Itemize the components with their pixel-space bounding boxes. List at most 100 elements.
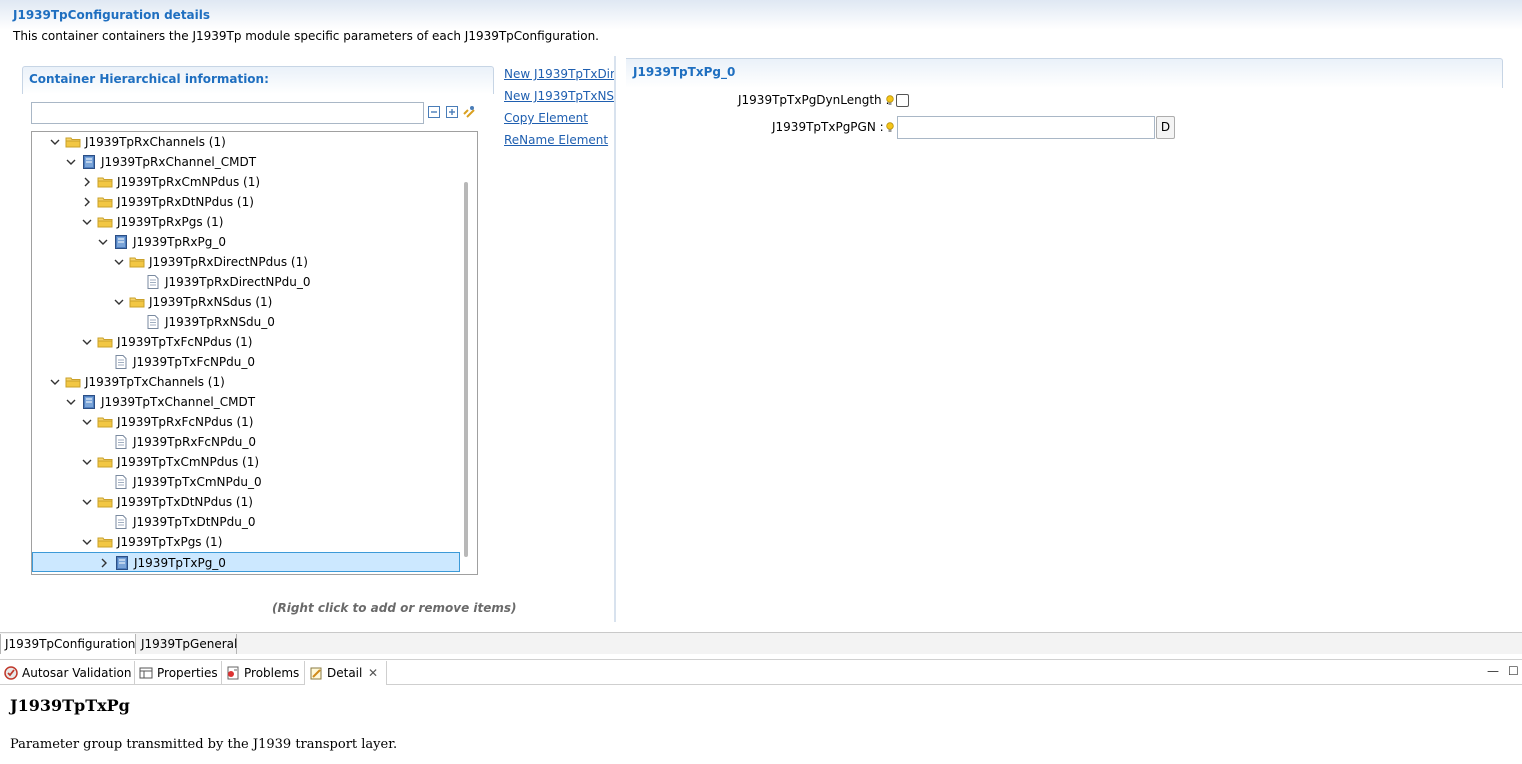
tab-label: Properties [157,666,218,680]
tree-filter-input[interactable] [31,102,424,124]
details-section-header [626,58,1503,88]
tree-row[interactable]: J1939TpRxDtNPdus (1) [32,192,460,212]
folder-icon [97,177,113,188]
tree-row[interactable]: J1939TpRxNSdus (1) [32,292,460,312]
tab-j1939tp-configuration[interactable]: J1939TpConfiguration [0,634,136,655]
chevron-down-icon[interactable] [65,156,77,168]
view-tab-bar: Autosar Validation Properties Problems D… [0,661,1522,685]
tab-label: Autosar Validation [22,666,132,680]
tree-row[interactable]: J1939TpRxFcNPdu_0 [32,432,460,452]
document-icon [115,435,127,449]
chevron-down-icon[interactable] [81,216,93,228]
tree-row[interactable]: J1939TpRxNSdu_0 [32,312,460,332]
tree-node-label: J1939TpTxFcNPdu_0 [133,355,256,369]
chevron-down-icon[interactable] [113,296,125,308]
chevron-right-icon[interactable] [81,176,93,188]
folder-icon [65,137,81,148]
collapse-all-icon[interactable] [427,105,441,119]
chevron-down-icon[interactable] [81,496,93,508]
minimize-icon[interactable]: — [1487,664,1499,678]
chevron-down-icon[interactable] [97,236,109,248]
tree-node-label: J1939TpRxDtNPdus (1) [117,195,254,209]
folder-icon [129,297,145,308]
tab-autosar-validation[interactable]: Autosar Validation [0,661,135,685]
tree-row[interactable]: J1939TpTxChannel_CMDT [32,392,460,412]
tree-node-label: J1939TpRxPg_0 [133,235,226,249]
tab-detail[interactable]: Detail ✕ [305,661,387,685]
folder-icon [97,337,113,348]
container-icon [115,235,127,249]
tree-row[interactable]: J1939TpRxChannels (1) [32,132,460,152]
tab-j1939tp-general[interactable]: J1939TpGeneral [137,634,237,655]
tree-row[interactable]: J1939TpTxFcNPdu_0 [32,352,460,372]
tree-node-label: J1939TpRxCmNPdus (1) [117,175,261,189]
detail-icon [310,667,322,680]
tree-row[interactable]: J1939TpRxFcNPdus (1) [32,412,460,432]
chevron-right-icon[interactable] [98,557,110,569]
detail-heading: J1939TpTxPg [10,696,130,715]
tab-properties[interactable]: Properties [135,661,222,685]
default-value-button[interactable]: D [1156,116,1175,139]
container-icon [116,556,128,570]
tree-node-label: J1939TpRxFcNPdu_0 [133,435,257,449]
tree-row[interactable]: J1939TpTxFcNPdus (1) [32,332,460,352]
tree-row[interactable]: J1939TpRxCmNPdus (1) [32,172,460,192]
tree-row[interactable]: J1939TpTxChannels (1) [32,372,460,392]
expand-all-icon[interactable] [445,105,459,119]
tree-node-label: J1939TpTxChannel_CMDT [101,395,256,409]
folder-icon [97,537,113,548]
action-links: New J1939TpTxDirectNPdu New J1939TpTxNSd… [500,64,614,154]
chevron-down-icon[interactable] [81,536,93,548]
hierarchy-tree[interactable]: J1939TpRxChannels (1) J1939TpRxChannel_CM… [31,131,478,575]
copy-element-link[interactable]: Copy Element [504,111,588,125]
tree-node-label: J1939TpTxCmNPdu_0 [133,475,262,489]
details-title: J1939TpTxPg_0 [633,65,736,79]
chevron-down-icon[interactable] [81,416,93,428]
tree-scrollbar[interactable] [464,182,468,557]
tree-node-label: J1939TpRxChannels (1) [85,135,226,149]
tree-row[interactable]: J1939TpTxCmNPdu_0 [32,472,460,492]
problems-icon [227,666,239,680]
pgn-input[interactable] [897,116,1155,139]
folder-icon [65,377,81,388]
tree-node-label: J1939TpRxNSdus (1) [149,295,273,309]
chevron-down-icon[interactable] [65,396,77,408]
tree-row[interactable]: J1939TpTxCmNPdus (1) [32,452,460,472]
document-icon [115,475,127,489]
chevron-down-icon[interactable] [49,136,61,148]
panel-separator [0,654,1522,660]
properties-icon [139,667,153,679]
chevron-down-icon[interactable] [113,256,125,268]
link-with-editor-icon[interactable] [462,105,476,119]
tree-row[interactable]: J1939TpRxDirectNPdu_0 [32,272,460,292]
chevron-down-icon[interactable] [81,336,93,348]
document-icon [147,275,159,289]
close-icon[interactable]: ✕ [368,666,378,680]
new-tx-nsdu-link[interactable]: New J1939TpTxNSdu [504,89,614,103]
maximize-icon[interactable]: ☐ [1508,664,1519,678]
page-description: This container containers the J1939Tp mo… [13,29,599,43]
tree-node-label: J1939TpRxChannel_CMDT [101,155,257,169]
chevron-down-icon[interactable] [49,376,61,388]
tree-row[interactable]: J1939TpRxDirectNPdus (1) [32,252,460,272]
tree-node-label: J1939TpRxDirectNPdus (1) [149,255,308,269]
rename-element-link[interactable]: ReName Element [504,133,608,147]
tree-row[interactable]: J1939TpRxPgs (1) [32,212,460,232]
tree-row[interactable]: J1939TpTxPg_0 [32,552,460,572]
tree-row[interactable]: J1939TpTxDtNPdu_0 [32,512,460,532]
new-tx-direct-npdu-link[interactable]: New J1939TpTxDirectNPdu [504,67,614,81]
tree-row[interactable]: J1939TpRxChannel_CMDT [32,152,460,172]
tree-node-label: J1939TpTxCmNPdus (1) [117,455,260,469]
editor-tab-bar: J1939TpConfiguration J1939TpGeneral [0,632,1522,655]
tree-row[interactable]: J1939TpRxPg_0 [32,232,460,252]
pane-divider[interactable] [614,56,616,622]
tree-row[interactable]: J1939TpTxDtNPdus (1) [32,492,460,512]
chevron-down-icon[interactable] [81,456,93,468]
folder-icon [97,217,113,228]
dyn-length-checkbox[interactable] [896,94,909,107]
document-icon [115,515,127,529]
tree-row[interactable]: J1939TpTxPgs (1) [32,532,460,552]
chevron-right-icon[interactable] [81,196,93,208]
tab-problems[interactable]: Problems [222,661,305,685]
tab-label: Problems [244,666,300,680]
